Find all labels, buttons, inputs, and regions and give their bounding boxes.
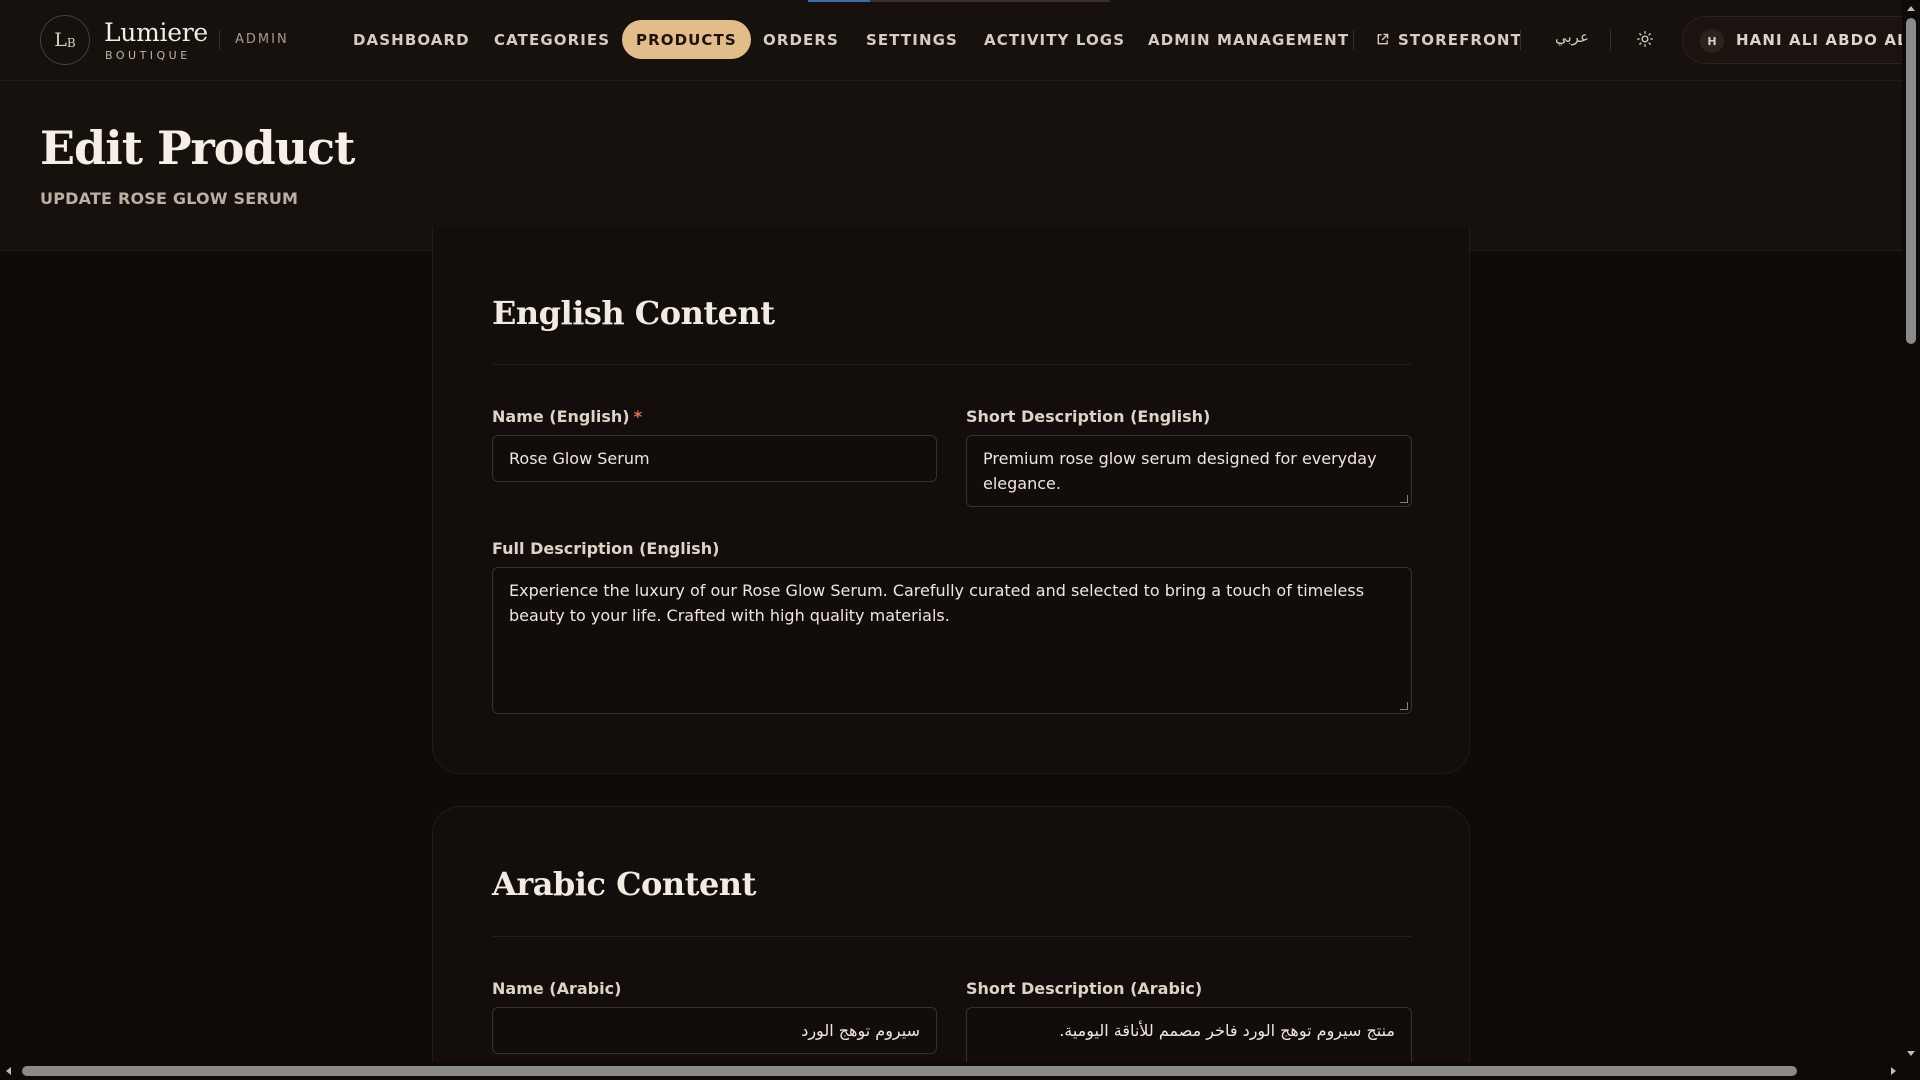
full-description-english-label: Full Description (English) [492,539,720,558]
required-marker: * [633,407,642,426]
scrollbar-corner [1902,1062,1920,1080]
sun-icon [1636,30,1654,48]
brand-subtitle: BOUTIQUE [105,49,191,62]
section-divider [492,364,1412,365]
brand-logo-letter: L [54,29,67,51]
scroll-left-arrow-icon[interactable] [6,1067,11,1075]
page-title: Edit Product [40,121,355,175]
arabic-content-card: Arabic Content Name (Arabic) Short Descr… [432,806,1470,1062]
vertical-scroll-thumb[interactable] [1906,18,1916,344]
horizontal-scroll-thumb[interactable] [22,1066,1797,1076]
external-link-icon [1377,33,1389,45]
page-subtitle: UPDATE ROSE GLOW SERUM [40,189,299,208]
vertical-scrollbar[interactable] [1902,0,1920,1062]
app-viewport: LB Lumiere BOUTIQUE ADMIN DASHBOARD CATE… [0,0,1902,1062]
user-name: HANI ALI ABDO ALSH [1736,31,1902,49]
language-toggle-button[interactable]: عربي [1555,28,1589,46]
user-avatar: H [1700,29,1724,53]
arabic-content-title: Arabic Content [492,865,756,903]
nav-admin-management[interactable]: ADMIN MANAGEMENT [1148,20,1349,59]
brand-logo-mark[interactable]: LB [40,15,90,65]
name-arabic-input[interactable] [492,1007,937,1054]
user-menu-button[interactable]: H HANI ALI ABDO ALSH [1682,16,1902,64]
scroll-up-arrow-icon[interactable] [1907,6,1915,11]
resize-handle[interactable] [1400,702,1408,710]
admin-tag: ADMIN [235,32,289,47]
full-description-english-value: Experience the luxury of our Rose Glow S… [509,581,1365,625]
name-english-label: Name (English) * [492,407,642,426]
short-description-arabic-label: Short Description (Arabic) [966,979,1203,998]
short-description-english-value: Premium rose glow serum designed for eve… [983,449,1377,493]
nav-divider [1520,30,1521,50]
short-description-english-label: Short Description (English) [966,407,1211,426]
short-description-arabic-value: منتج سيروم توهج الورد فاخر مصمم للأناقة … [1059,1021,1395,1040]
nav-settings[interactable]: SETTINGS [866,20,958,59]
nav-products[interactable]: PRODUCTS [622,20,751,59]
name-english-label-text: Name (English) [492,407,630,426]
brand-divider [219,30,220,50]
page-load-indicator [808,0,1110,2]
name-english-input[interactable] [492,435,937,482]
nav-activity-logs[interactable]: ACTIVITY LOGS [984,20,1125,59]
short-description-english-textarea[interactable]: Premium rose glow serum designed for eve… [966,435,1412,507]
english-content-card: English Content Name (English)* Short De… [432,226,1470,774]
nav-divider [1353,30,1354,50]
nav-categories[interactable]: CATEGORIES [494,20,610,59]
nav-orders[interactable]: ORDERS [763,20,839,59]
brand-logo-letter-small: B [66,36,76,50]
name-arabic-label: Name (Arabic) [492,979,622,998]
short-description-arabic-textarea[interactable]: منتج سيروم توهج الورد فاخر مصمم للأناقة … [966,1007,1412,1062]
english-content-title: English Content [492,294,775,332]
theme-toggle-button[interactable] [1632,26,1658,52]
scroll-right-arrow-icon[interactable] [1891,1067,1896,1075]
scroll-down-arrow-icon[interactable] [1907,1051,1915,1056]
nav-dashboard[interactable]: DASHBOARD [353,20,470,59]
nav-storefront[interactable]: STOREFRONT [1376,20,1522,59]
brand-name[interactable]: Lumiere [104,18,208,47]
resize-handle[interactable] [1400,495,1408,503]
nav-divider [1610,30,1611,50]
horizontal-scrollbar[interactable] [0,1062,1902,1080]
section-divider [492,936,1412,937]
nav-storefront-label: STOREFRONT [1398,30,1522,49]
top-navigation-bar: LB Lumiere BOUTIQUE ADMIN DASHBOARD CATE… [0,0,1902,81]
full-description-english-textarea[interactable]: Experience the luxury of our Rose Glow S… [492,567,1412,714]
